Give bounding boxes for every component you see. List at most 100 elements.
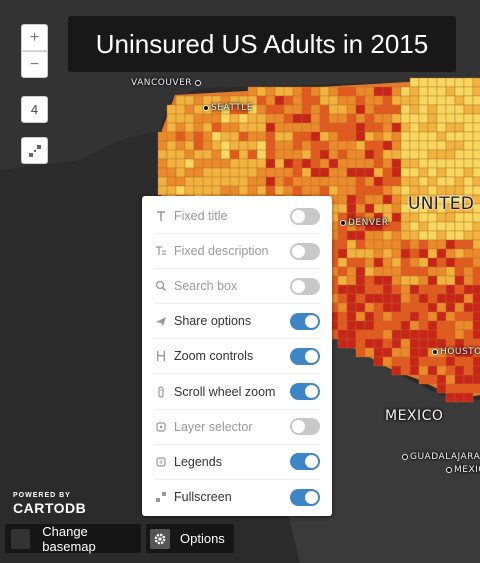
option-zoom-controls[interactable]: Zoom controls	[154, 339, 320, 375]
county-cell	[409, 104, 420, 115]
search-box-toggle[interactable]	[290, 277, 320, 295]
county-cell	[202, 122, 213, 133]
county-cell	[463, 167, 474, 178]
county-cell	[427, 95, 438, 106]
county-cell	[364, 320, 375, 331]
county-cell	[409, 302, 420, 313]
county-cell	[301, 176, 312, 187]
zoom-controls-toggle[interactable]	[290, 347, 320, 365]
county-cell	[337, 86, 348, 97]
county-cell	[391, 302, 402, 313]
fullscreen-button[interactable]	[21, 137, 48, 164]
county-cell	[373, 257, 384, 268]
county-cell	[256, 122, 267, 133]
county-cell	[166, 185, 177, 196]
county-cell	[355, 338, 366, 349]
county-cell	[445, 77, 456, 88]
change-basemap-button[interactable]: Change basemap	[5, 524, 141, 554]
county-cell	[238, 167, 249, 178]
county-cell	[391, 212, 402, 223]
county-cell	[355, 248, 366, 259]
county-cell	[220, 158, 231, 169]
option-share-options[interactable]: Share options	[154, 304, 320, 340]
share-options-toggle[interactable]	[290, 312, 320, 330]
county-cell	[364, 176, 375, 187]
fullscreen-toggle[interactable]	[290, 488, 320, 506]
layer-selector-icon	[154, 420, 168, 434]
county-cell	[364, 203, 375, 214]
county-cell	[472, 140, 480, 151]
county-cell	[346, 230, 357, 241]
fixed-description-toggle[interactable]	[290, 242, 320, 260]
county-cell	[337, 230, 348, 241]
county-cell	[427, 275, 438, 286]
county-cell	[184, 113, 195, 124]
option-layer-selector[interactable]: Layer selector	[154, 410, 320, 445]
county-cell	[463, 302, 474, 313]
county-cell	[319, 176, 330, 187]
county-cell	[445, 176, 456, 187]
option-scroll-wheel-zoom[interactable]: Scroll wheel zoom	[154, 374, 320, 410]
county-cell	[409, 356, 420, 367]
map-label-seattle: SEATTLE	[203, 103, 253, 113]
county-cell	[283, 86, 294, 97]
county-cell	[382, 338, 393, 349]
county-cell	[301, 131, 312, 142]
county-cell	[463, 365, 474, 376]
county-cell	[463, 149, 474, 160]
county-cell	[382, 167, 393, 178]
option-fullscreen[interactable]: Fullscreen	[154, 480, 320, 515]
county-cell	[427, 365, 438, 376]
county-cell	[445, 212, 456, 223]
county-cell	[454, 311, 465, 322]
cartodb-attribution[interactable]: POWERED BY CARTODB	[13, 492, 86, 516]
county-cell	[391, 176, 402, 187]
scroll-wheel-zoom-toggle[interactable]	[290, 383, 320, 401]
option-fixed-title[interactable]: Fixed title	[154, 199, 320, 235]
county-cell	[463, 140, 474, 151]
options-button[interactable]: Options	[146, 524, 234, 553]
layer-selector-toggle[interactable]	[290, 418, 320, 436]
county-cell	[391, 149, 402, 160]
county-cell	[256, 158, 267, 169]
county-cell	[166, 158, 177, 169]
option-label: Legends	[174, 454, 222, 469]
county-cell	[364, 302, 375, 313]
zoom-in-button[interactable]: +	[21, 24, 48, 51]
county-cell	[355, 275, 366, 286]
county-cell	[418, 140, 429, 151]
county-cell	[373, 194, 384, 205]
county-cell	[409, 365, 420, 376]
county-cell	[400, 176, 411, 187]
county-cell	[238, 131, 249, 142]
option-legends[interactable]: Legends	[154, 445, 320, 480]
county-cell	[427, 356, 438, 367]
option-search-box[interactable]: Search box	[154, 269, 320, 305]
county-cell	[337, 158, 348, 169]
county-cell	[301, 149, 312, 160]
county-cell	[310, 104, 321, 115]
fixed-title-toggle[interactable]	[290, 207, 320, 225]
county-cell	[463, 212, 474, 223]
county-cell	[454, 131, 465, 142]
county-cell	[337, 167, 348, 178]
county-cell	[427, 221, 438, 232]
zoom-out-button[interactable]: −	[21, 51, 48, 78]
county-cell	[265, 113, 276, 124]
county-cell	[274, 113, 285, 124]
county-cell	[364, 248, 375, 259]
county-cell	[265, 158, 276, 169]
county-cell	[409, 338, 420, 349]
county-cell	[445, 113, 456, 124]
county-cell	[391, 167, 402, 178]
county-cell	[292, 149, 303, 160]
county-cell	[247, 185, 258, 196]
county-cell	[355, 86, 366, 97]
county-cell	[436, 374, 447, 385]
county-cell	[418, 122, 429, 133]
legends-toggle[interactable]	[290, 453, 320, 471]
option-fixed-description[interactable]: Fixed description	[154, 234, 320, 270]
county-cell	[427, 230, 438, 241]
county-cell	[283, 122, 294, 133]
county-cell	[310, 131, 321, 142]
